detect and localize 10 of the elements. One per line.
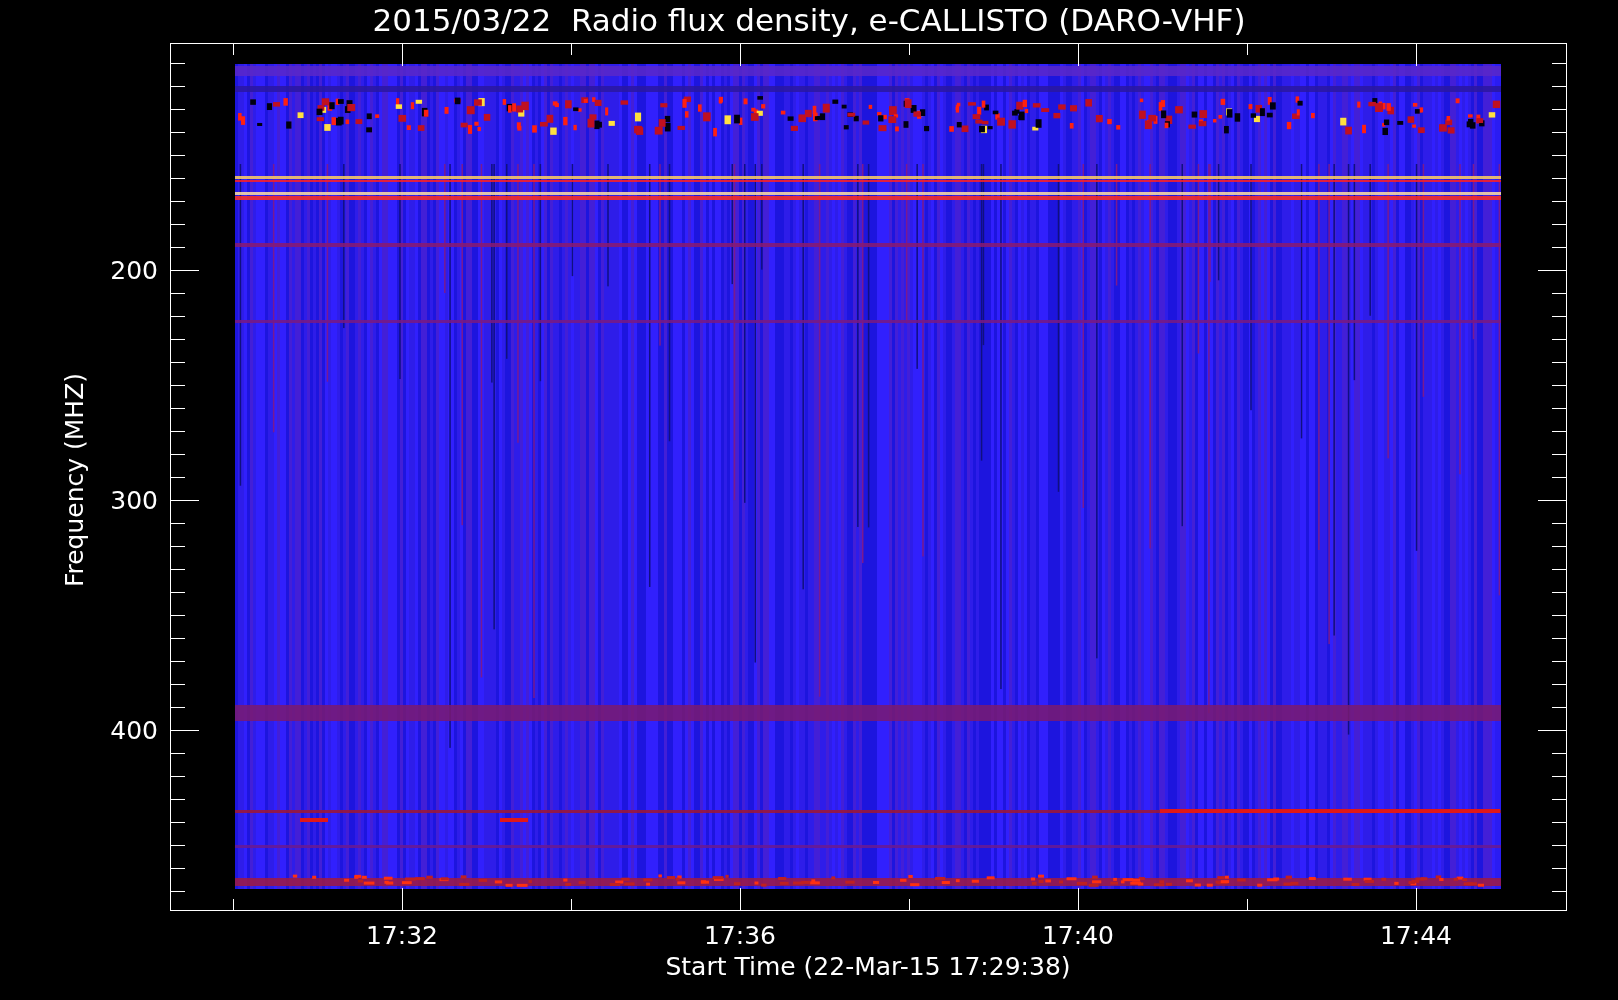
x-tick-label: 17:40 [1042,921,1114,950]
chart-title: 2015/03/22 Radio flux density, e-CALLISTO (DARO-VHF) [372,2,1246,38]
x-tick-label: 17:36 [704,921,776,950]
x-tick-label: 17:32 [366,921,438,950]
x-tick-label: 17:44 [1380,921,1452,950]
y-axis-label: Frequency (MHZ) [60,372,89,588]
y-tick-label: 200 [110,256,158,285]
y-tick-label: 300 [110,486,158,515]
x-axis-label: Start Time (22-Mar-15 17:29:38) [665,952,1071,981]
y-tick-label: 400 [110,716,158,745]
